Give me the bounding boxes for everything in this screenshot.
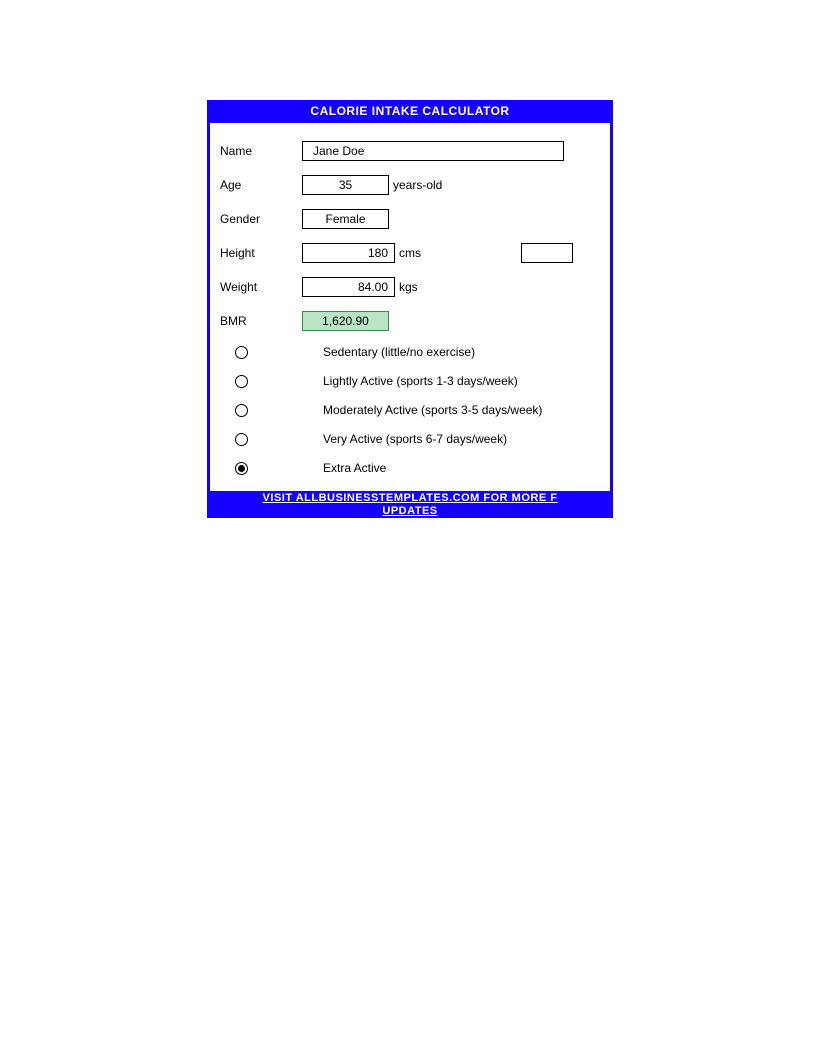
label-age: Age (220, 178, 302, 192)
activity-option-0[interactable]: Sedentary (little/no exercise) (220, 345, 600, 359)
activity-label: Extra Active (323, 461, 386, 475)
label-bmr: BMR (220, 314, 302, 328)
label-name: Name (220, 144, 302, 158)
row-height: Height 180 cms (220, 243, 600, 263)
input-height[interactable]: 180 (302, 243, 395, 263)
activity-label: Sedentary (little/no exercise) (323, 345, 475, 359)
activity-label: Lightly Active (sports 1-3 days/week) (323, 374, 518, 388)
title-bar: CALORIE INTAKE CALCULATOR (210, 100, 610, 123)
radio-icon[interactable] (235, 462, 248, 475)
radio-icon[interactable] (235, 346, 248, 359)
unit-weight: kgs (399, 280, 418, 294)
activity-label: Moderately Active (sports 3-5 days/week) (323, 403, 542, 417)
footer-text-2: UPDATES (210, 505, 610, 518)
input-age[interactable]: 35 (302, 175, 389, 195)
unit-age: years-old (393, 178, 442, 192)
activity-option-1[interactable]: Lightly Active (sports 1-3 days/week) (220, 374, 600, 388)
output-bmr: 1,620.90 (302, 311, 389, 331)
input-weight[interactable]: 84.00 (302, 277, 395, 297)
activity-label: Very Active (sports 6-7 days/week) (323, 432, 507, 446)
row-age: Age 35 years-old (220, 175, 600, 195)
activity-option-2[interactable]: Moderately Active (sports 3-5 days/week) (220, 403, 600, 417)
activity-option-4[interactable]: Extra Active (220, 461, 600, 475)
footer-link[interactable]: VISIT ALLBUSINESSTEMPLATES.COM FOR MORE … (210, 491, 610, 518)
row-name: Name Jane Doe (220, 141, 600, 161)
row-bmr: BMR 1,620.90 (220, 311, 600, 331)
row-gender: Gender Female (220, 209, 600, 229)
form-body: Name Jane Doe Age 35 years-old Gender Fe… (210, 123, 610, 491)
unit-height: cms (399, 246, 421, 260)
activity-option-3[interactable]: Very Active (sports 6-7 days/week) (220, 432, 600, 446)
input-name[interactable]: Jane Doe (302, 141, 564, 161)
radio-icon[interactable] (235, 375, 248, 388)
radio-icon[interactable] (235, 404, 248, 417)
row-weight: Weight 84.00 kgs (220, 277, 600, 297)
footer-text-1: VISIT ALLBUSINESSTEMPLATES.COM FOR MORE … (263, 492, 558, 504)
input-gender[interactable]: Female (302, 209, 389, 229)
calculator-sheet: CALORIE INTAKE CALCULATOR Name Jane Doe … (207, 100, 613, 518)
label-height: Height (220, 246, 302, 260)
label-weight: Weight (220, 280, 302, 294)
input-height-extra[interactable] (521, 243, 573, 263)
radio-icon[interactable] (235, 433, 248, 446)
label-gender: Gender (220, 212, 302, 226)
